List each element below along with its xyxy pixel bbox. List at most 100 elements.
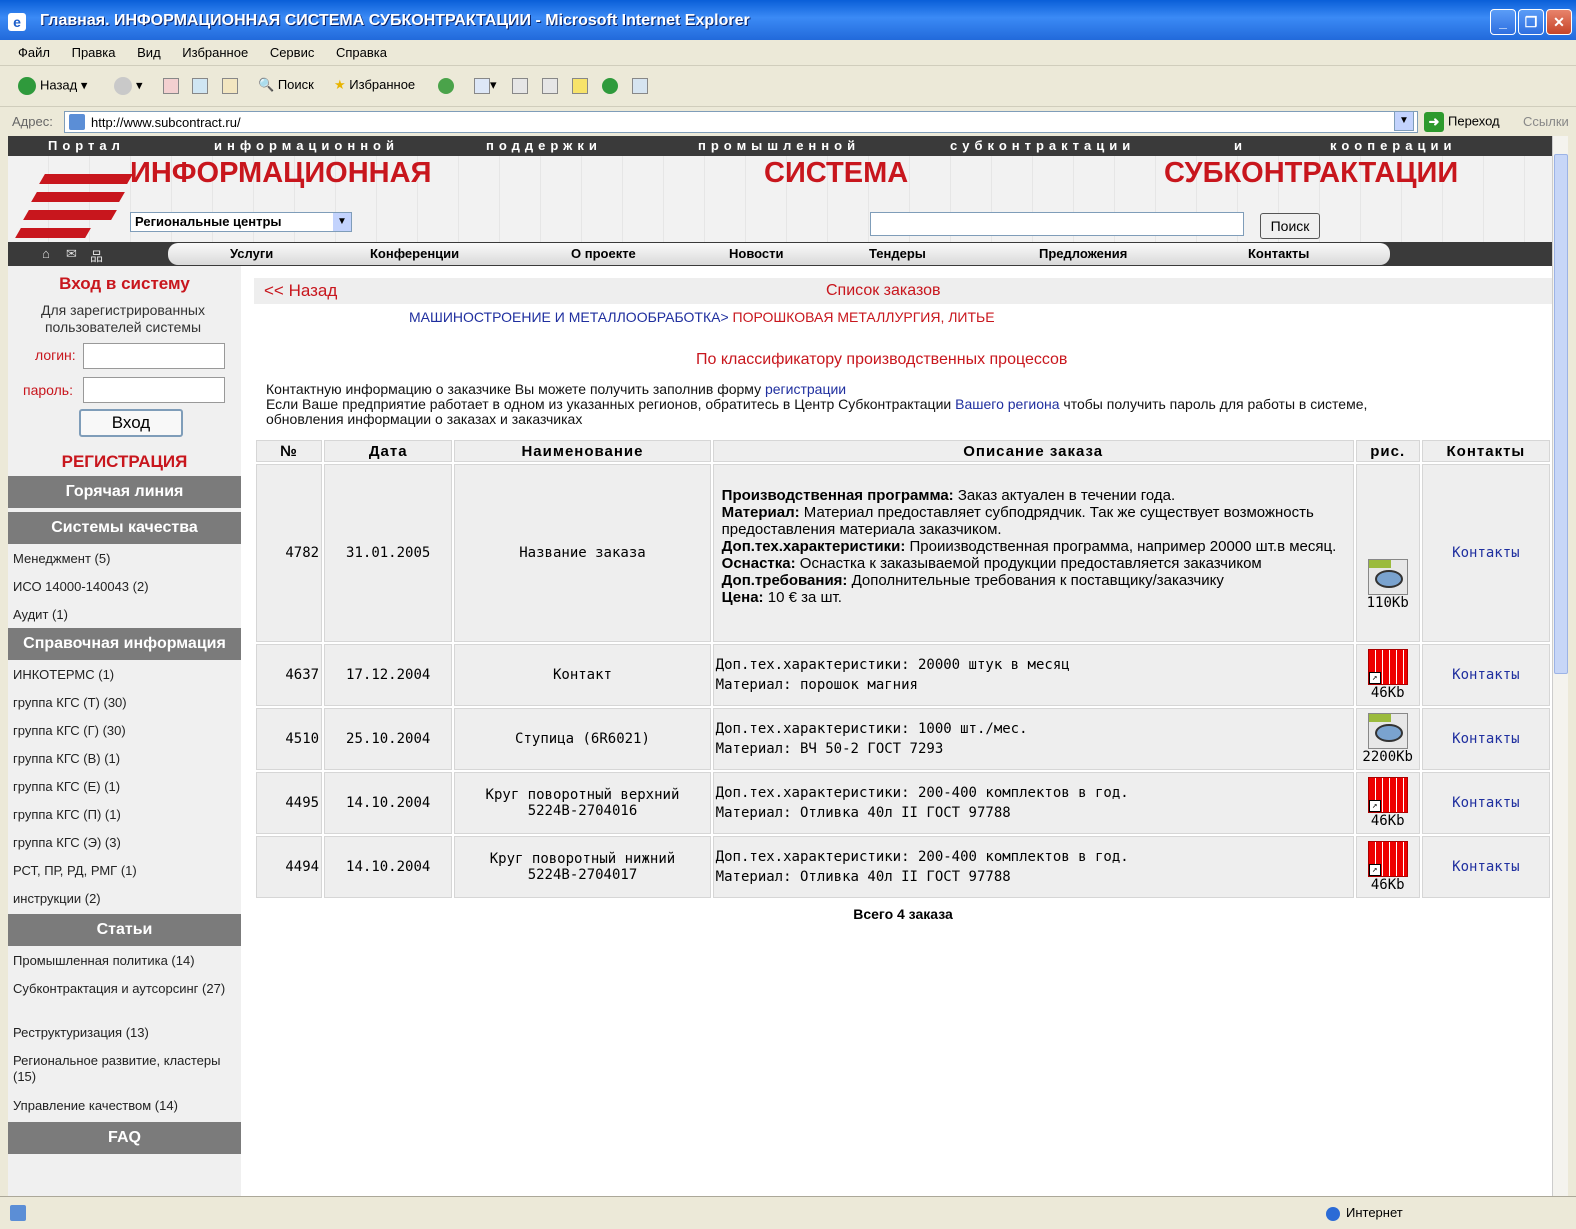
hotline-header[interactable]: Горячая линия bbox=[8, 476, 241, 508]
nav-services[interactable]: Услуги bbox=[230, 246, 273, 261]
site-search-input[interactable] bbox=[870, 212, 1244, 236]
menu-edit[interactable]: Правка bbox=[72, 45, 116, 60]
sidebar-link[interactable]: группа КГС (В) (1) bbox=[13, 751, 238, 767]
order-name[interactable]: Круг поворотный нижний 5224В-2704017 bbox=[454, 836, 711, 898]
minimize-button[interactable]: _ bbox=[1490, 9, 1516, 35]
messenger-button[interactable] bbox=[602, 77, 622, 94]
nav-tenders[interactable]: Тендеры bbox=[869, 246, 926, 261]
nav-news[interactable]: Новости bbox=[729, 246, 784, 261]
mail-button[interactable]: ▾ bbox=[474, 77, 497, 94]
jpg-image-icon[interactable] bbox=[1367, 559, 1408, 595]
contacts-link[interactable]: Контакты bbox=[1421, 836, 1550, 898]
links-label[interactable]: Ссылки bbox=[1523, 114, 1569, 129]
scrollbar-thumb[interactable] bbox=[1554, 154, 1568, 674]
address-input[interactable]: http://www.subcontract.ru/ bbox=[64, 111, 1418, 133]
nav-about[interactable]: О проекте bbox=[571, 246, 636, 261]
forward-button[interactable]: ▾ bbox=[114, 77, 143, 95]
menu-file[interactable]: Файл bbox=[18, 45, 50, 60]
menu-favorites[interactable]: Избранное bbox=[182, 45, 248, 60]
nav-conferences[interactable]: Конференции bbox=[370, 246, 459, 261]
register-link[interactable]: РЕГИСТРАЦИЯ bbox=[8, 452, 241, 472]
order-picture[interactable]: ↗ 46Kb bbox=[1355, 772, 1420, 834]
sidebar-link[interactable]: Менеджмент (5) bbox=[13, 551, 238, 567]
drawing-file-icon[interactable]: ↗ bbox=[1367, 777, 1408, 813]
research-button[interactable] bbox=[632, 77, 648, 94]
login-button[interactable]: Вход bbox=[79, 409, 183, 437]
order-picture[interactable]: ↗ 46Kb bbox=[1355, 644, 1420, 706]
order-name[interactable]: Круг поворотный верхний 5224В-2704016 bbox=[454, 772, 711, 834]
order-picture[interactable]: ↗ 46Kb bbox=[1355, 836, 1420, 898]
order-picture[interactable]: 110Kb bbox=[1355, 464, 1420, 642]
close-button[interactable]: ✕ bbox=[1546, 9, 1572, 35]
contacts-link[interactable]: Контакты bbox=[1421, 708, 1550, 770]
go-button[interactable]: ➜ Переход bbox=[1424, 112, 1500, 132]
sidebar-link[interactable]: Реструктуризация (13) bbox=[13, 1025, 238, 1041]
faq-header[interactable]: FAQ bbox=[8, 1122, 241, 1154]
sidebar-link[interactable]: группа КГС (П) (1) bbox=[13, 807, 238, 823]
contacts-link[interactable]: Контакты bbox=[1421, 644, 1550, 706]
login-input[interactable] bbox=[83, 343, 225, 369]
window-titlebar[interactable]: e Главная. ИНФОРМАЦИОННАЯ СИСТЕМА СУБКОН… bbox=[0, 0, 1576, 44]
sidebar-link[interactable]: ИСО 14000-140043 (2) bbox=[13, 579, 238, 595]
sidebar-link[interactable]: группа КГС (Э) (3) bbox=[13, 835, 238, 851]
order-name[interactable]: Название заказа bbox=[454, 464, 711, 642]
vertical-scrollbar[interactable] bbox=[1552, 136, 1568, 1196]
nav-offers[interactable]: Предложения bbox=[1039, 246, 1127, 261]
contacts-link[interactable]: Контакты bbox=[1421, 464, 1550, 642]
login-title: Вход в систему bbox=[59, 274, 190, 293]
sidebar-link[interactable]: инструкции (2) bbox=[13, 891, 238, 907]
order-name[interactable]: Контакт bbox=[454, 644, 711, 706]
menu-tools[interactable]: Сервис bbox=[270, 45, 315, 60]
edit-button[interactable] bbox=[542, 77, 558, 94]
info-line1: Контактную информацию о заказчике Вы мож… bbox=[266, 381, 765, 397]
sidebar-link[interactable]: группа КГС (Т) (30) bbox=[13, 695, 238, 711]
desc-key: Доп.тех.характеристики: bbox=[721, 537, 906, 555]
registration-link[interactable]: регистрации bbox=[765, 381, 846, 397]
order-name[interactable]: Ступица (6R6021) bbox=[454, 708, 711, 770]
your-region-link[interactable]: Вашего региона bbox=[955, 396, 1059, 412]
sidebar-link[interactable]: Управление качеством (14) bbox=[13, 1098, 238, 1114]
sidebar-link[interactable]: группа КГС (Е) (1) bbox=[13, 779, 238, 795]
password-input[interactable] bbox=[83, 377, 225, 403]
sidebar-link[interactable]: группа КГС (Г) (30) bbox=[13, 723, 238, 739]
back-button[interactable]: Назад ▾ bbox=[18, 77, 87, 95]
sidebar-link[interactable]: РСТ, ПР, РД, РМГ (1) bbox=[13, 863, 238, 879]
site-search-button[interactable]: Поиск bbox=[1260, 213, 1320, 239]
sidebar-link[interactable]: Аудит (1) bbox=[13, 607, 238, 623]
reference-header[interactable]: Справочная информация bbox=[8, 628, 241, 660]
jpg-image-icon[interactable] bbox=[1367, 713, 1408, 749]
articles-header[interactable]: Статьи bbox=[8, 914, 241, 946]
home-button[interactable] bbox=[222, 77, 238, 94]
nav-contacts[interactable]: Контакты bbox=[1248, 246, 1309, 261]
home-icon[interactable]: ⌂ bbox=[42, 246, 50, 261]
history-button[interactable] bbox=[438, 77, 458, 94]
mail-icon[interactable]: ✉ bbox=[66, 246, 77, 262]
site-logo[interactable] bbox=[15, 164, 133, 244]
refresh-button[interactable] bbox=[192, 77, 208, 94]
desc-key: Доп.требования: bbox=[721, 571, 848, 589]
col-header-contacts: Контакты bbox=[1421, 440, 1550, 462]
menu-view[interactable]: Вид bbox=[137, 45, 161, 60]
sidebar-link[interactable]: Субконтрактация и аутсорсинг (27) bbox=[13, 981, 238, 997]
sidebar-link[interactable]: ИНКОТЕРМС (1) bbox=[13, 667, 238, 683]
maximize-button[interactable]: ❐ bbox=[1518, 9, 1544, 35]
sidebar-link[interactable]: Промышленная политика (14) bbox=[13, 953, 238, 969]
table-row: 4782 31.01.2005 Название заказа Производ… bbox=[256, 464, 1550, 642]
back-link[interactable]: << Назад bbox=[264, 281, 337, 301]
stop-button[interactable] bbox=[163, 77, 179, 94]
menu-help[interactable]: Справка bbox=[336, 45, 387, 60]
sidebar-link[interactable]: Региональное развитие, кластеры (15) bbox=[13, 1053, 238, 1085]
drawing-file-icon[interactable]: ↗ bbox=[1367, 841, 1408, 877]
quality-header[interactable]: Системы качества bbox=[8, 512, 241, 544]
print-button[interactable] bbox=[512, 77, 528, 94]
region-select[interactable]: Региональные центры ▼ bbox=[130, 212, 352, 232]
drawing-file-icon[interactable]: ↗ bbox=[1367, 649, 1408, 685]
favorites-button[interactable]: ★ Избранное bbox=[334, 77, 415, 93]
discuss-button[interactable] bbox=[572, 77, 588, 94]
search-toolbar-button[interactable]: 🔍 Поиск bbox=[258, 77, 314, 93]
contacts-link[interactable]: Контакты bbox=[1421, 772, 1550, 834]
sitemap-icon[interactable]: 品 bbox=[90, 246, 103, 265]
order-picture[interactable]: 2200Kb bbox=[1355, 708, 1420, 770]
breadcrumb-parent[interactable]: МАШИНОСТРОЕНИЕ И МЕТАЛЛООБРАБОТКА> bbox=[409, 309, 729, 325]
address-dropdown-button[interactable]: ▼ bbox=[1394, 111, 1414, 131]
